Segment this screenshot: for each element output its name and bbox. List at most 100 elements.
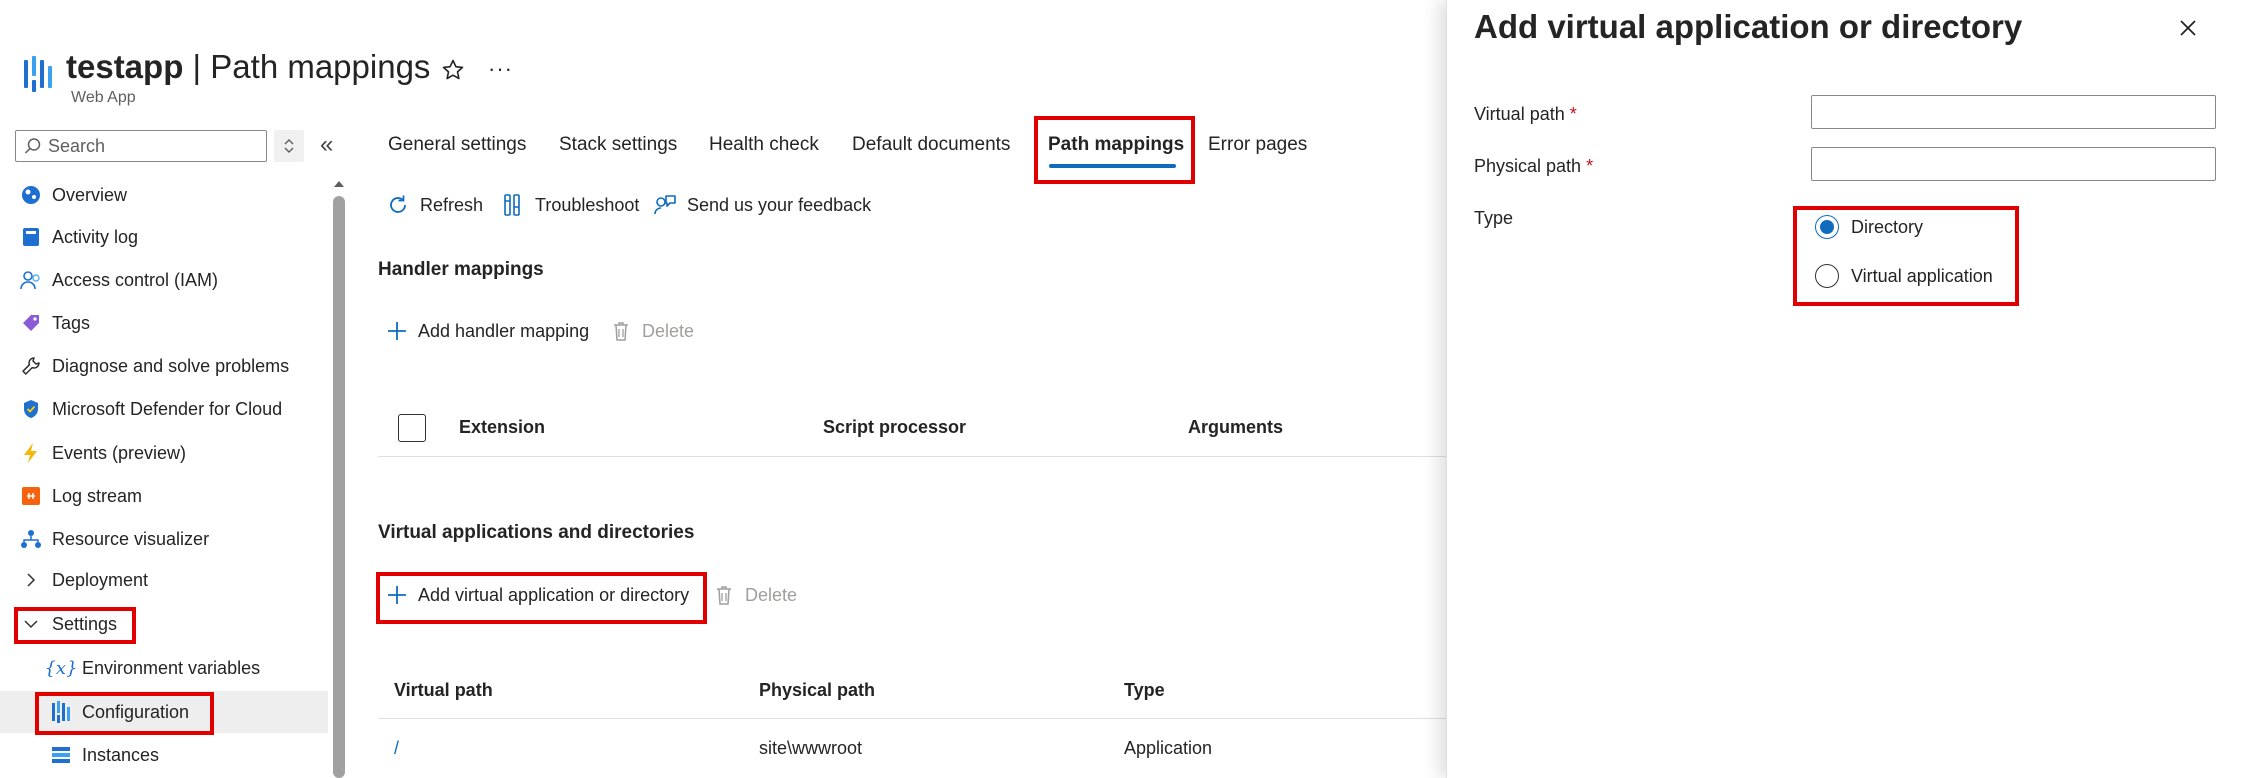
- sidebar-item-label: Events (preview): [52, 442, 187, 463]
- type-label: Type: [1474, 208, 1514, 228]
- plus-icon: [388, 322, 406, 340]
- search-placeholder: Search: [48, 135, 106, 156]
- log-stream-icon: [20, 485, 42, 507]
- highlight-add-virtual-application: [376, 572, 707, 624]
- troubleshoot-icon: [504, 194, 520, 216]
- tab-default-documents[interactable]: Default documents: [852, 134, 1010, 156]
- expand-collapse-button[interactable]: [274, 130, 304, 162]
- trash-icon: [614, 322, 628, 341]
- sidebar-item-label: Overview: [52, 184, 128, 205]
- sidebar-item-events[interactable]: Events (preview): [0, 432, 328, 474]
- tab-health-check[interactable]: Health check: [709, 134, 819, 156]
- people-icon: [20, 269, 42, 291]
- troubleshoot-button[interactable]: Troubleshoot: [501, 193, 639, 217]
- wrench-icon: [20, 355, 42, 377]
- sidebar-item-label: Deployment: [52, 569, 149, 590]
- add-handler-mapping-button[interactable]: Add handler mapping: [386, 320, 589, 342]
- globe-icon: [20, 184, 42, 206]
- sidebar-item-activity-log[interactable]: Activity log: [0, 216, 328, 258]
- panel-title: Add virtual application or directory: [1474, 8, 2023, 45]
- sidebar-item-label: Resource visualizer: [52, 528, 210, 549]
- sidebar-item-deployment[interactable]: Deployment: [0, 559, 328, 601]
- physical-path-label-text: Physical path: [1474, 156, 1582, 176]
- sidebar-item-overview[interactable]: Overview: [0, 174, 328, 216]
- search-icon: [24, 138, 41, 154]
- refresh-label: Refresh: [420, 194, 484, 215]
- hierarchy-icon: [20, 528, 42, 550]
- refresh-button[interactable]: Refresh: [386, 193, 483, 217]
- delete-handler-button[interactable]: Delete: [610, 320, 694, 342]
- column-extension: Extension: [459, 417, 546, 437]
- required-mark: *: [1586, 156, 1594, 176]
- title-separator: |: [183, 48, 211, 85]
- column-virtual-path: Virtual path: [394, 680, 493, 700]
- virtual-apps-title: Virtual applications and directories: [378, 522, 695, 543]
- physical-path-label: Physical path *: [1474, 156, 1593, 177]
- sidebar-scrollbar[interactable]: [333, 196, 345, 778]
- column-type: Type: [1124, 680, 1165, 700]
- select-all-checkbox[interactable]: [398, 414, 426, 442]
- tab-error-pages[interactable]: Error pages: [1208, 134, 1307, 156]
- app-service-logo-icon: [22, 56, 54, 92]
- sidebar-item-label: Instances: [82, 744, 160, 765]
- sidebar-item-access-control[interactable]: Access control (IAM): [0, 259, 328, 301]
- virtual-path-label: Virtual path *: [1474, 104, 1577, 125]
- book-icon: [20, 226, 42, 248]
- feedback-button[interactable]: Send us your feedback: [653, 193, 871, 217]
- sidebar-search-input[interactable]: Search: [15, 130, 267, 162]
- sidebar-item-defender[interactable]: Microsoft Defender for Cloud: [0, 388, 328, 430]
- scroll-up-arrow-icon[interactable]: [333, 178, 345, 190]
- virtual-path-input[interactable]: [1811, 95, 2216, 129]
- tag-icon: [20, 312, 42, 334]
- delete-virtual-app-label: Delete: [745, 584, 798, 605]
- sidebar-item-label: Microsoft Defender for Cloud: [52, 398, 283, 419]
- divider: [378, 718, 1446, 719]
- tab-stack-settings[interactable]: Stack settings: [559, 134, 677, 156]
- divider: [378, 456, 1446, 457]
- app-name: testapp: [66, 48, 184, 85]
- more-options-icon[interactable]: ···: [488, 56, 513, 82]
- required-mark: *: [1569, 104, 1577, 124]
- refresh-icon: [390, 195, 406, 213]
- highlight-configuration: [35, 692, 214, 735]
- collapse-sidebar-icon[interactable]: «: [320, 131, 333, 159]
- troubleshoot-label: Troubleshoot: [535, 194, 640, 215]
- sidebar-item-label: Access control (IAM): [52, 269, 219, 290]
- sidebar-item-label: Tags: [52, 312, 91, 333]
- instances-icon: [50, 744, 72, 766]
- up-down-chevron-icon: [284, 139, 294, 153]
- column-arguments: Arguments: [1188, 417, 1284, 437]
- table-row-virtual-path-link[interactable]: /: [394, 738, 399, 759]
- page-title: testapp | Path mappings: [66, 48, 430, 86]
- delete-handler-label: Delete: [642, 320, 695, 341]
- page-name: Path mappings: [210, 48, 431, 85]
- sidebar-item-label: Activity log: [52, 226, 139, 247]
- sidebar-item-instances[interactable]: Instances: [0, 734, 328, 776]
- add-handler-mapping-label: Add handler mapping: [418, 320, 590, 341]
- column-script-processor: Script processor: [823, 417, 967, 437]
- highlight-type-options: [1793, 206, 2019, 306]
- lightning-icon: [20, 442, 42, 464]
- tab-general-settings[interactable]: General settings: [388, 134, 526, 156]
- trash-icon: [717, 586, 731, 605]
- sidebar-item-environment-variables[interactable]: {x} Environment variables: [0, 647, 328, 689]
- favorite-star-icon[interactable]: [441, 58, 465, 82]
- sidebar-item-label: Environment variables: [82, 657, 261, 678]
- sidebar-item-label: Log stream: [52, 485, 143, 506]
- sidebar-item-tags[interactable]: Tags: [0, 302, 328, 344]
- virtual-path-label-text: Virtual path: [1474, 104, 1565, 124]
- sidebar-item-log-stream[interactable]: Log stream: [0, 475, 328, 517]
- resource-type: Web App: [71, 89, 136, 106]
- sidebar-item-diagnose[interactable]: Diagnose and solve problems: [0, 345, 328, 387]
- feedback-label: Send us your feedback: [687, 194, 872, 215]
- column-physical-path: Physical path: [759, 680, 876, 700]
- highlight-settings: [14, 607, 136, 644]
- close-icon[interactable]: [2176, 16, 2200, 40]
- sidebar-item-resource-visualizer[interactable]: Resource visualizer: [0, 518, 328, 560]
- highlight-path-mappings-tab: [1034, 116, 1195, 184]
- delete-virtual-app-button[interactable]: Delete: [713, 584, 797, 606]
- physical-path-input[interactable]: [1811, 147, 2216, 181]
- table-row-type: Application: [1124, 738, 1213, 758]
- chevron-right-icon: [20, 569, 42, 591]
- table-row-physical-path: site\wwwroot: [759, 738, 863, 758]
